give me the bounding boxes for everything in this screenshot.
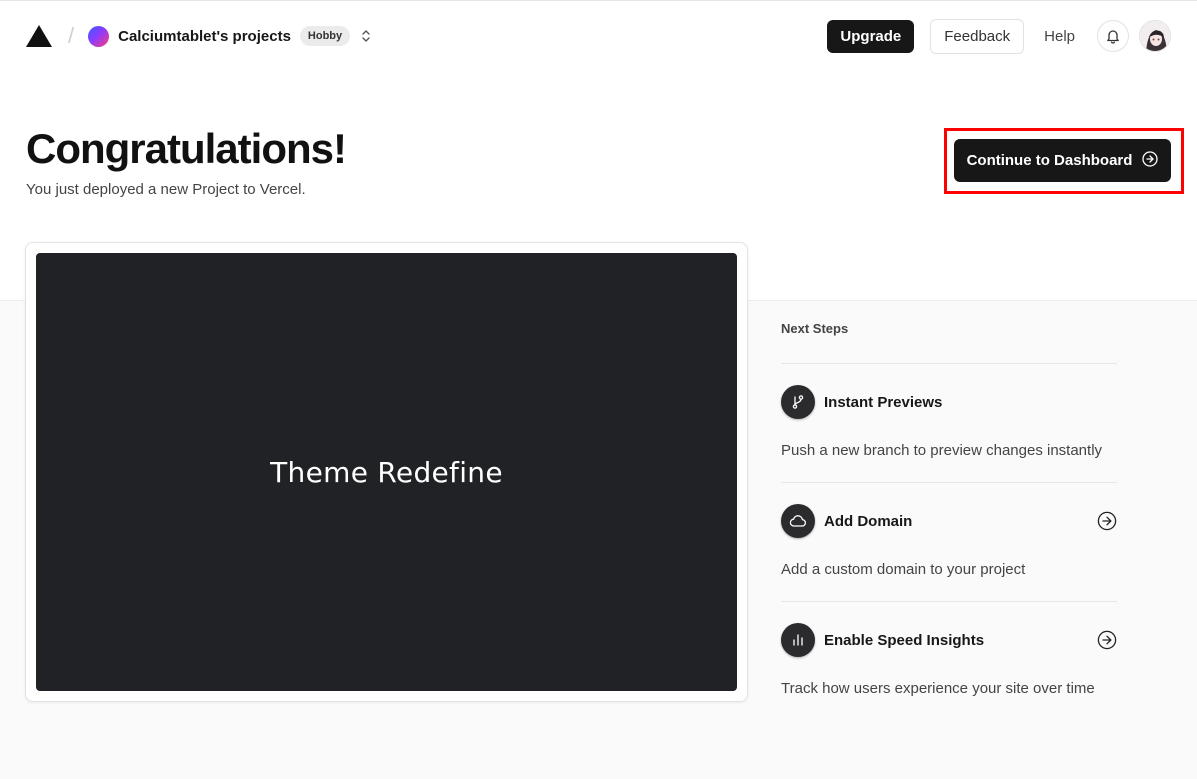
step-title: Add Domain (824, 512, 913, 530)
team-avatar[interactable] (88, 25, 110, 47)
upgrade-button[interactable]: Upgrade (827, 19, 915, 53)
arrow-right-circle-icon[interactable] (1097, 630, 1117, 650)
step-add-domain[interactable]: Add Domain Add a custom domain to your p… (781, 483, 1117, 602)
help-link[interactable]: Help (1044, 28, 1075, 45)
chevron-up-down-icon[interactable] (358, 26, 374, 46)
header-actions: Upgrade Feedback Help (827, 18, 1171, 54)
step-enable-speed-insights[interactable]: Enable Speed Insights Track how users ex… (781, 602, 1117, 721)
continue-to-dashboard-button[interactable]: Continue to Dashboard (954, 139, 1171, 182)
deployment-preview-card[interactable]: Theme Redefine (25, 242, 748, 702)
top-navbar: / Calciumtablet's projects Hobby Upgrade… (0, 1, 1197, 71)
git-branch-icon (781, 385, 815, 419)
step-description: Add a custom domain to your project (781, 561, 1026, 578)
team-name[interactable]: Calciumtablet's projects (118, 28, 291, 45)
step-description: Track how users experience your site ove… (781, 680, 1095, 697)
page-subtitle: You just deployed a new Project to Verce… (26, 181, 306, 198)
preview-site-title: Theme Redefine (270, 455, 503, 489)
bell-icon[interactable] (1097, 20, 1129, 52)
user-avatar[interactable] (1139, 20, 1171, 52)
step-description: Push a new branch to preview changes ins… (781, 442, 1103, 459)
step-title: Enable Speed Insights (824, 631, 985, 649)
cloud-icon (781, 504, 815, 538)
arrow-right-circle-icon (1142, 150, 1159, 171)
step-instant-previews[interactable]: Instant Previews Push a new branch to pr… (781, 364, 1117, 483)
next-steps-heading: Next Steps (781, 321, 849, 336)
page-title: Congratulations! (26, 125, 347, 172)
next-steps-panel: Next Steps Instant Previews Push a new b… (781, 317, 1117, 721)
bar-chart-icon (781, 623, 815, 657)
plan-badge: Hobby (299, 26, 351, 46)
vercel-logo-icon[interactable] (26, 24, 52, 48)
page: / Calciumtablet's projects Hobby Upgrade… (0, 0, 1197, 779)
arrow-right-circle-icon[interactable] (1097, 511, 1117, 531)
breadcrumb-separator: / (68, 23, 75, 48)
continue-to-dashboard-label: Continue to Dashboard (966, 152, 1133, 169)
feedback-button[interactable]: Feedback (930, 18, 1025, 54)
step-title: Instant Previews (824, 393, 943, 411)
deployment-preview-screenshot[interactable]: Theme Redefine (36, 253, 737, 691)
